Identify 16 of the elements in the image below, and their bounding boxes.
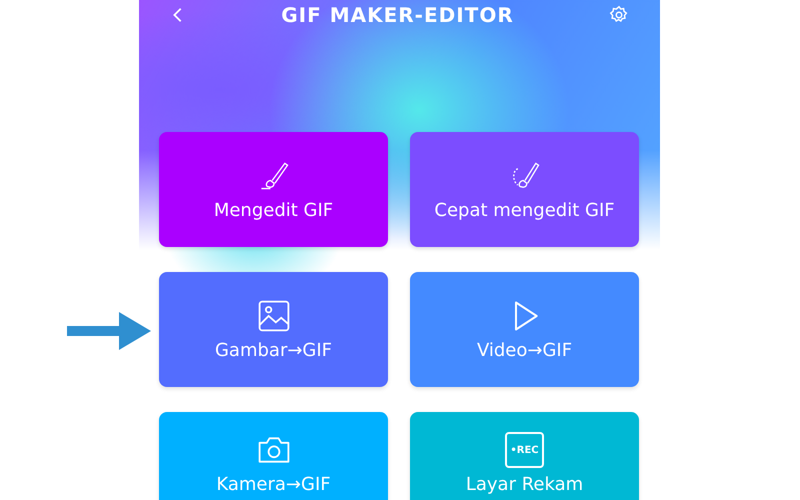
tile-label: Mengedit GIF	[214, 200, 334, 221]
app-title: GIF MAKER-EDITOR	[281, 3, 514, 27]
tool-tile[interactable]: Cepat mengedit GIF	[410, 132, 639, 247]
tile-label: Cepat mengedit GIF	[434, 200, 615, 221]
tile-label: Gambar→GIF	[214, 340, 332, 361]
tile-label: Layar Rekam	[466, 474, 584, 495]
tool-tile[interactable]: Video→GIF	[410, 272, 639, 387]
pointer-arrow-icon	[67, 310, 151, 352]
tile-label: Video→GIF	[476, 340, 572, 361]
tool-tile[interactable]: •REC Layar Rekam	[410, 412, 639, 500]
tool-tile[interactable]: Kamera→GIF	[159, 412, 388, 500]
tool-tile[interactable]: Mengedit GIF	[159, 132, 388, 247]
tile-label: Kamera→GIF	[216, 474, 331, 495]
image-icon	[256, 298, 292, 334]
rec-badge: •REC	[505, 432, 544, 468]
tool-tile[interactable]: Gambar→GIF	[159, 272, 388, 387]
